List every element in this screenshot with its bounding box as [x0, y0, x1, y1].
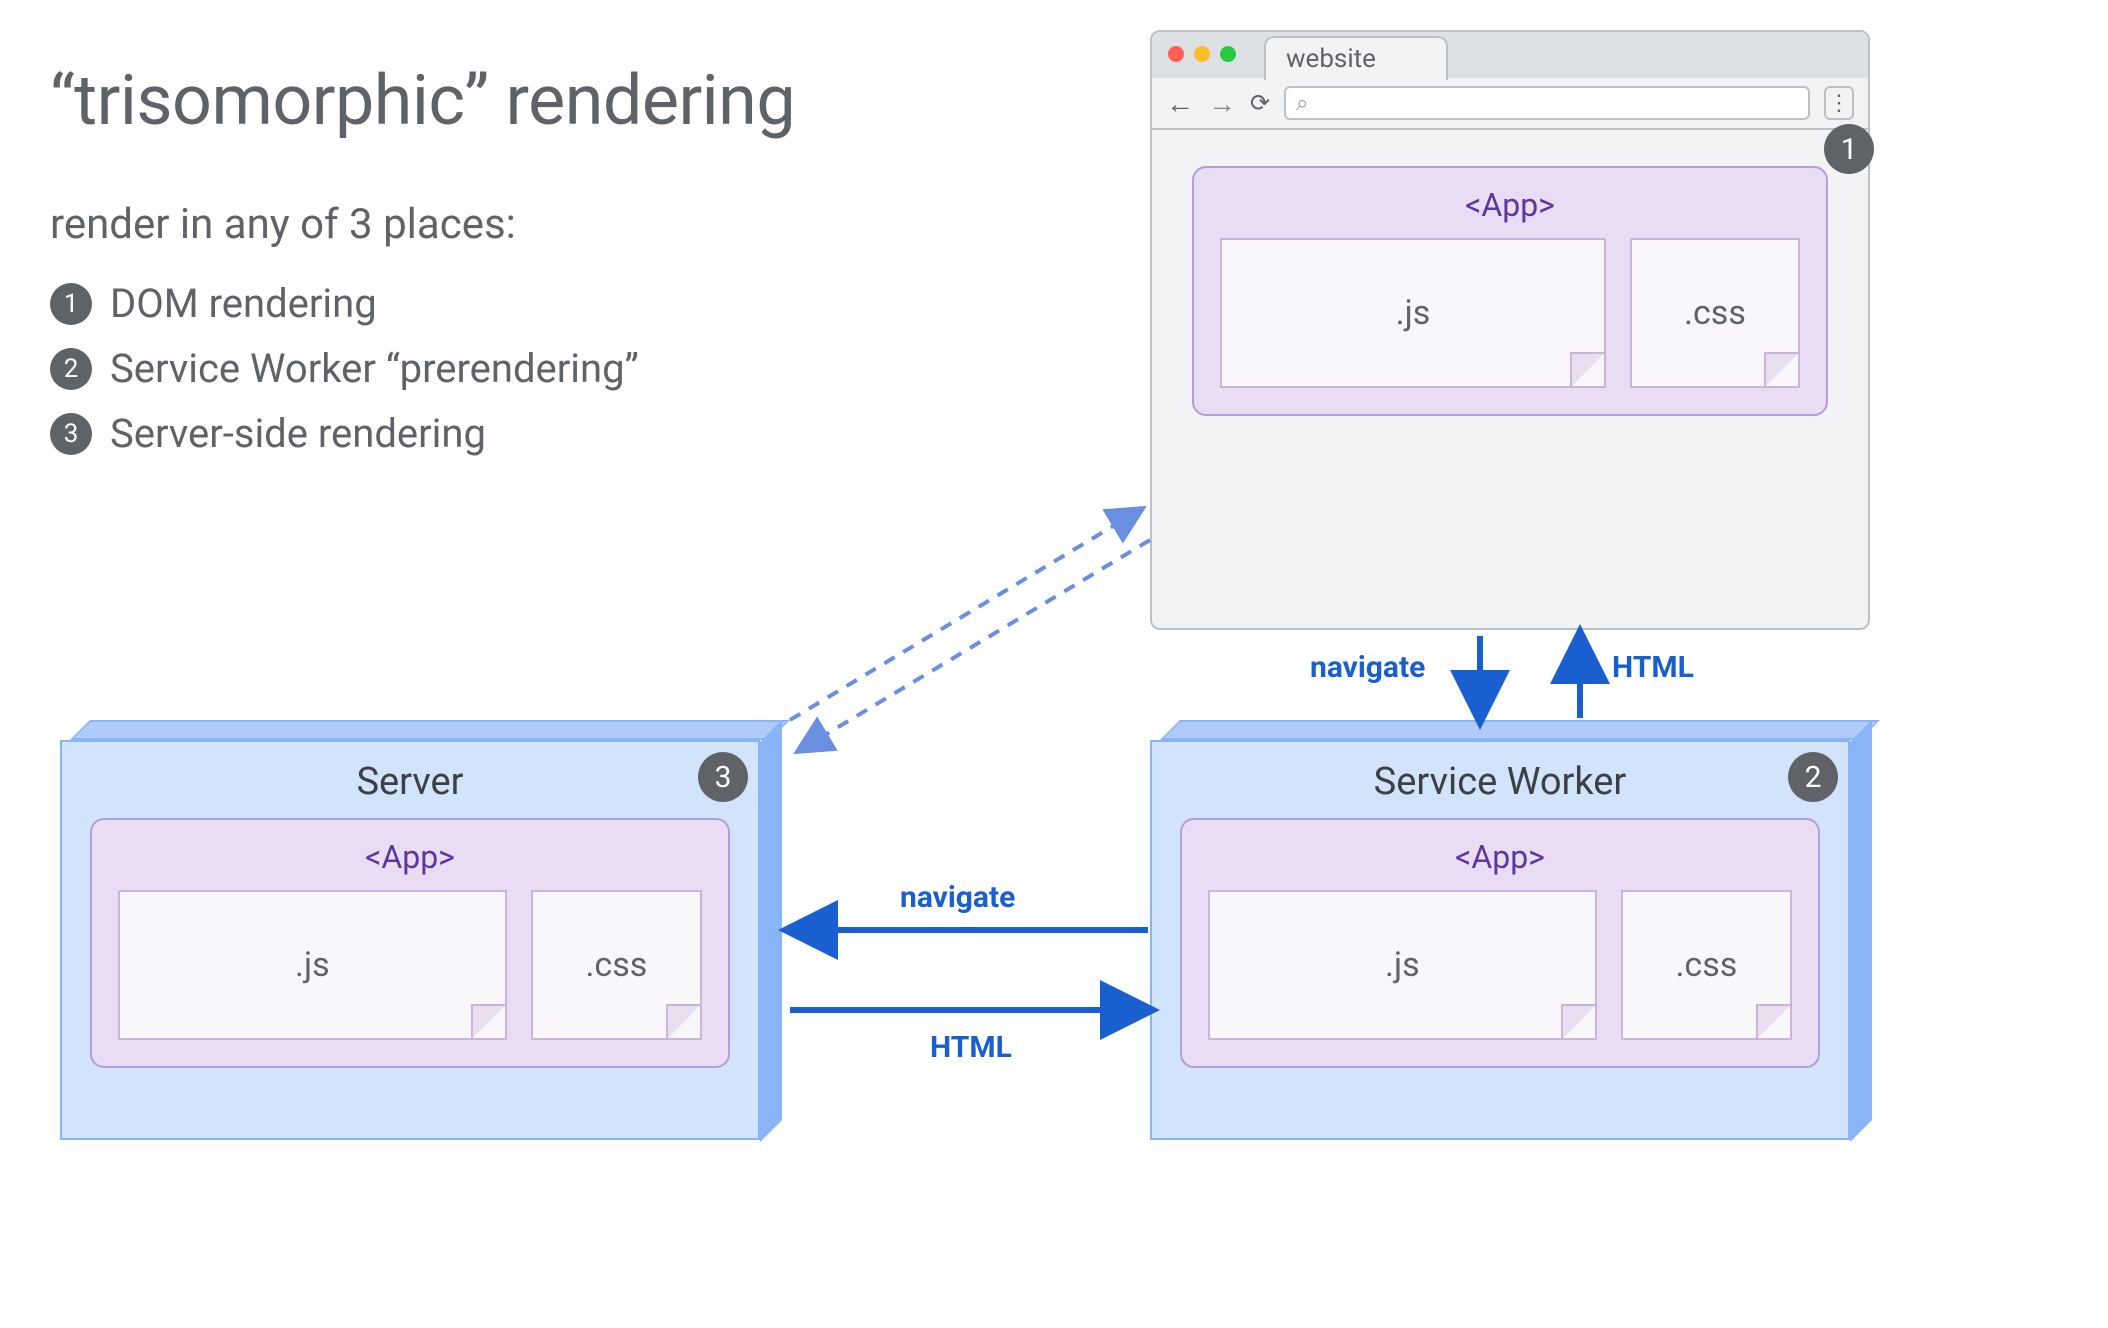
label-html-right: HTML [930, 1030, 1012, 1065]
address-bar: ⌕ [1284, 86, 1810, 120]
app-panel-server: <App> .js .css [90, 818, 730, 1068]
browser-window: website ← → ⟳ ⌕ ⋮ 1 <App> .js .css [1150, 30, 1870, 630]
minimize-icon [1194, 46, 1210, 62]
server-title: Server [356, 760, 463, 804]
search-icon: ⌕ [1296, 91, 1308, 116]
back-icon: ← [1166, 87, 1194, 120]
js-file: .js [118, 890, 507, 1040]
close-icon [1168, 46, 1184, 62]
app-label: <App> [365, 838, 455, 876]
css-file: .css [1630, 238, 1800, 388]
js-file: .js [1208, 890, 1597, 1040]
service-worker-box: 2 Service Worker <App> .js .css [1150, 740, 1850, 1140]
reload-icon: ⟳ [1250, 89, 1270, 117]
list-text: Server-side rendering [110, 410, 486, 457]
server-box: 3 Server <App> .js .css [60, 740, 760, 1140]
browser-tab: website [1264, 36, 1448, 80]
list-bullet-1: 1 [50, 283, 92, 325]
css-file: .css [1621, 890, 1792, 1040]
js-file: .js [1220, 238, 1606, 388]
maximize-icon [1220, 46, 1236, 62]
service-worker-title: Service Worker [1374, 760, 1627, 804]
browser-toolbar: ← → ⟳ ⌕ ⋮ [1152, 78, 1868, 130]
traffic-lights [1168, 46, 1236, 62]
list-item: 3 Server-side rendering [50, 410, 639, 457]
badge-1: 1 [1824, 124, 1874, 174]
list-bullet-3: 3 [50, 413, 92, 455]
places-list: 1 DOM rendering 2 Service Worker “preren… [50, 280, 639, 475]
list-text: DOM rendering [110, 280, 377, 327]
label-navigate-down: navigate [1310, 650, 1425, 685]
label-html-up: HTML [1612, 650, 1694, 685]
list-item: 1 DOM rendering [50, 280, 639, 327]
app-label: <App> [1455, 838, 1545, 876]
diagram-title: “trisomorphic” rendering [50, 60, 795, 142]
list-text: Service Worker “prerendering” [110, 345, 639, 392]
app-panel-sw: <App> .js .css [1180, 818, 1820, 1068]
diagram-subtitle: render in any of 3 places: [50, 200, 516, 249]
css-file: .css [531, 890, 702, 1040]
badge-2: 2 [1788, 752, 1838, 802]
badge-3: 3 [698, 752, 748, 802]
forward-icon: → [1208, 87, 1236, 120]
menu-icon: ⋮ [1824, 86, 1854, 120]
list-item: 2 Service Worker “prerendering” [50, 345, 639, 392]
app-panel-browser: <App> .js .css [1192, 166, 1828, 416]
label-navigate-left: navigate [900, 880, 1015, 915]
app-label: <App> [1465, 186, 1555, 224]
list-bullet-2: 2 [50, 348, 92, 390]
